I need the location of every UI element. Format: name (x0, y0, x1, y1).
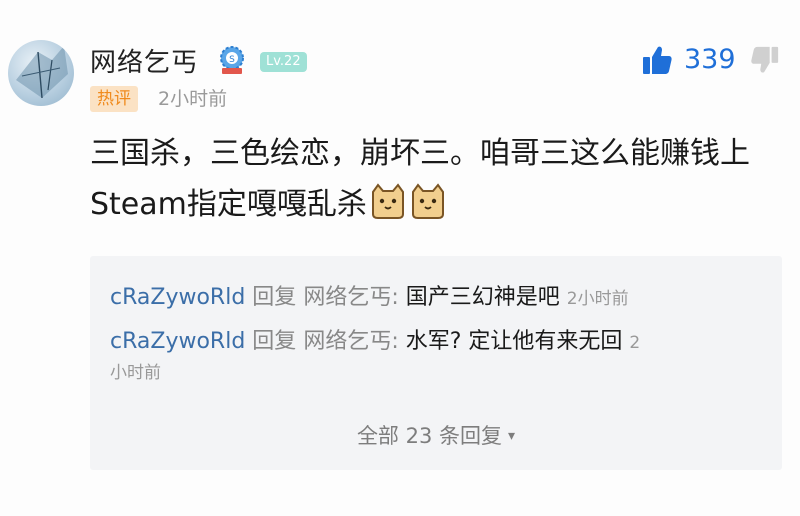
badge-icon: S (220, 46, 244, 74)
reply-time-part2: 小时前 (110, 363, 161, 383)
comment-line-2: Steam指定嘎嘎乱杀 (90, 179, 780, 236)
like-icon[interactable] (641, 44, 673, 76)
comment-time: 2小时前 (158, 88, 228, 110)
reply-word: 回复 (252, 285, 297, 310)
reply-target[interactable]: 网络乞丐: (303, 285, 398, 310)
reply-username[interactable]: cRaZywoRld (110, 329, 245, 354)
like-count: 339 (684, 44, 736, 75)
reply-target[interactable]: 网络乞丐: (303, 329, 398, 354)
reply-item[interactable]: cRaZywoRld 回复 网络乞丐: 国产三幻神是吧 2小时前 (110, 280, 760, 317)
chevron-down-icon: ▾ (508, 428, 516, 444)
emoji-group (367, 182, 447, 236)
reply-username[interactable]: cRaZywoRld (110, 285, 245, 310)
comment-line-2-text: Steam指定嘎嘎乱杀 (90, 187, 367, 222)
reply-word: 回复 (252, 329, 297, 354)
reply-item[interactable]: cRaZywoRld 回复 网络乞丐: 水军? 定让他有来无回 2 小时前 (110, 324, 760, 383)
reply-time-part1: 2 (629, 333, 641, 353)
reply-text: 国产三幻神是吧 (405, 285, 560, 310)
username[interactable]: 网络乞丐 (90, 42, 198, 79)
svg-text:S: S (229, 55, 235, 65)
comment-line-1: 三国杀，三色绘恋，崩坏三。咱哥三这么能赚钱上 (90, 136, 750, 171)
comment-card: 网络乞丐 S Lv.22 热评 2小时前 339 三国杀，三色绘恋，崩坏三。咱哥… (0, 0, 800, 516)
comment-content: 三国杀，三色绘恋，崩坏三。咱哥三这么能赚钱上 Steam指定嘎嘎乱杀 (90, 128, 780, 236)
level-badge: Lv.22 (260, 52, 307, 72)
reply-text: 水军? 定让他有来无回 (405, 329, 623, 354)
cat-emoji-icon (371, 183, 404, 219)
hot-comment-tag: 热评 (90, 86, 138, 112)
view-all-replies-button[interactable]: 全部 23 条回复 ▾ (90, 420, 782, 450)
replies-panel: cRaZywoRld 回复 网络乞丐: 国产三幻神是吧 2小时前 cRaZywo… (90, 256, 782, 470)
view-all-replies-label: 全部 23 条回复 (356, 424, 503, 448)
dislike-icon[interactable] (750, 44, 780, 76)
cat-emoji-icon (411, 183, 444, 219)
reply-time: 2小时前 (566, 289, 629, 309)
avatar[interactable] (8, 40, 74, 106)
avatar-image (16, 46, 68, 99)
